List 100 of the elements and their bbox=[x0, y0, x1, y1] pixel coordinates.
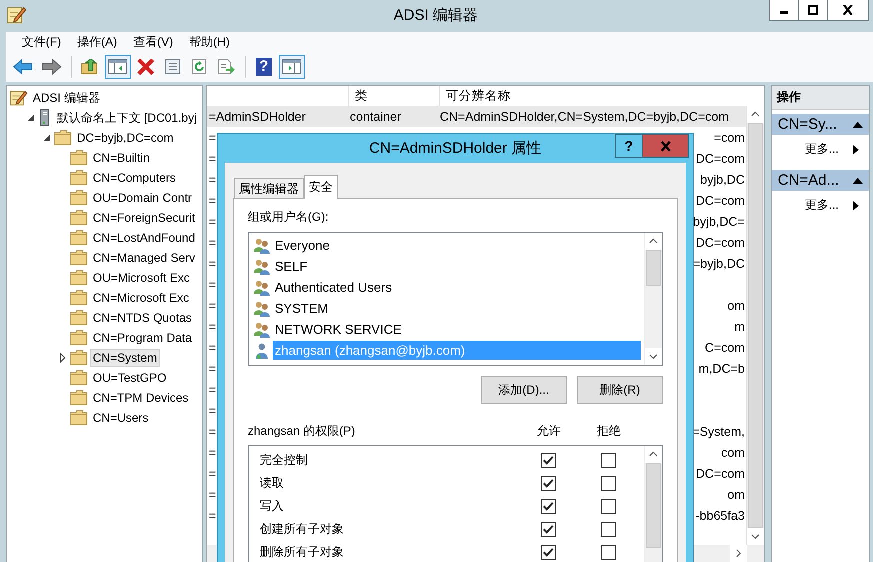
action-link[interactable]: 更多... bbox=[804, 141, 839, 158]
tree-item[interactable]: CN=Managed Serv bbox=[90, 249, 198, 267]
maximize-icon bbox=[807, 5, 819, 15]
action-section-header[interactable]: CN=Ad... bbox=[772, 170, 869, 191]
user-group-icon bbox=[253, 258, 271, 274]
menu-item[interactable]: 查看(V) bbox=[125, 34, 182, 50]
permission-name: 读取 bbox=[260, 475, 285, 492]
user-group-icon bbox=[253, 280, 271, 296]
submenu-arrow-icon bbox=[853, 200, 859, 210]
export-list-icon bbox=[218, 59, 236, 75]
minimize-button[interactable] bbox=[769, 0, 799, 21]
tree-item[interactable]: CN=LostAndFound bbox=[90, 229, 198, 247]
folder-icon bbox=[54, 130, 72, 146]
tree-item[interactable]: CN=System bbox=[90, 349, 160, 367]
field-label: 组或用户名(G): bbox=[248, 209, 330, 226]
tree-item[interactable]: CN=Microsoft Exc bbox=[90, 289, 192, 307]
right-arrow-icon bbox=[42, 59, 62, 75]
checkbox[interactable] bbox=[600, 545, 616, 560]
column-header: 允许 bbox=[536, 422, 562, 440]
permission-name: 创建所有子对象 bbox=[260, 521, 345, 538]
column-header[interactable]: 可分辨名称 bbox=[440, 86, 764, 106]
scroll-up-icon[interactable] bbox=[747, 106, 764, 123]
scrollbar-thumb[interactable] bbox=[646, 463, 661, 548]
tree-item[interactable]: OU=Domain Contr bbox=[90, 189, 196, 207]
window-title: ADSI 编辑器 bbox=[392, 6, 480, 25]
tree-item[interactable]: CN=NTDS Quotas bbox=[90, 309, 196, 327]
tree-item[interactable]: OU=Microsoft Exc bbox=[90, 269, 194, 287]
folder-up-icon bbox=[81, 59, 99, 75]
list-item[interactable]: NETWORK SERVICE bbox=[273, 320, 641, 339]
tab[interactable]: 属性编辑器 bbox=[234, 178, 304, 198]
folder-icon bbox=[70, 330, 88, 346]
scrollbar[interactable] bbox=[644, 446, 662, 562]
table-cell: DC=com bbox=[696, 194, 746, 208]
scrollbar[interactable] bbox=[644, 233, 662, 365]
checkbox[interactable] bbox=[600, 499, 616, 514]
close-button[interactable] bbox=[827, 0, 869, 21]
tree-item[interactable]: CN=Users bbox=[90, 409, 152, 427]
scroll-up-icon[interactable] bbox=[645, 233, 662, 250]
folder-icon bbox=[70, 390, 88, 406]
checkbox[interactable] bbox=[600, 522, 616, 537]
menu-item[interactable]: 操作(A) bbox=[69, 34, 126, 50]
list-row[interactable]: =AdminSDHolder container CN=AdminSDHolder,CN=System,DC=byjb,DC=com bbox=[207, 106, 746, 127]
menu-item[interactable]: 文件(F) bbox=[14, 34, 70, 50]
checkbox[interactable] bbox=[540, 453, 556, 468]
table-cell: -bb65fa3 bbox=[696, 508, 746, 522]
checkbox[interactable] bbox=[600, 476, 616, 491]
checkbox[interactable] bbox=[540, 476, 556, 491]
tree-item[interactable]: CN=ForeignSecurit bbox=[90, 209, 198, 227]
permission-name: 删除所有子对象 bbox=[260, 544, 345, 561]
tree-item[interactable]: CN=TPM Devices bbox=[90, 389, 192, 407]
action-pane-button[interactable] bbox=[279, 55, 305, 79]
tree-item[interactable]: CN=Builtin bbox=[90, 149, 154, 167]
add-button[interactable]: 添加(D)... bbox=[481, 376, 567, 404]
action-link[interactable]: 更多... bbox=[804, 197, 839, 214]
tree-item[interactable]: 默认命名上下文 [DC01.byj bbox=[54, 108, 200, 128]
remove-button[interactable]: 删除(R) bbox=[577, 376, 663, 404]
checkbox[interactable] bbox=[600, 453, 616, 468]
tab[interactable]: 安全 bbox=[304, 175, 338, 199]
close-icon bbox=[842, 5, 854, 15]
scrollbar[interactable] bbox=[746, 106, 764, 545]
folder-icon bbox=[70, 170, 88, 186]
action-section-header[interactable]: CN=Sy... bbox=[772, 114, 869, 135]
scroll-down-icon[interactable] bbox=[645, 348, 662, 365]
checkbox[interactable] bbox=[540, 545, 556, 560]
list-item[interactable]: SYSTEM bbox=[273, 299, 641, 318]
checkbox[interactable] bbox=[540, 499, 556, 514]
collapse-arrow-icon[interactable] bbox=[853, 176, 863, 184]
scrollbar-thumb[interactable] bbox=[646, 250, 661, 286]
close-icon bbox=[660, 140, 672, 152]
maximize-button[interactable] bbox=[798, 0, 828, 21]
tree-item[interactable]: CN=Computers bbox=[90, 169, 180, 187]
tree-item[interactable]: DC=byjb,DC=com bbox=[74, 129, 177, 147]
list-item[interactable]: Authenticated Users bbox=[273, 278, 641, 297]
collapse-arrow-icon[interactable] bbox=[26, 113, 36, 123]
folder-icon bbox=[70, 230, 88, 246]
scrollbar-thumb[interactable] bbox=[748, 123, 763, 528]
expand-arrow-icon[interactable] bbox=[58, 353, 68, 363]
checkbox[interactable] bbox=[540, 522, 556, 537]
scroll-up-icon[interactable] bbox=[645, 446, 662, 463]
delete-icon bbox=[137, 59, 155, 75]
notepad-pencil-icon bbox=[10, 89, 28, 107]
menu-item[interactable]: 帮助(H) bbox=[181, 34, 238, 50]
tree-item[interactable]: ADSI 编辑器 bbox=[30, 88, 104, 108]
collapse-arrow-icon[interactable] bbox=[42, 133, 52, 143]
folder-icon bbox=[70, 290, 88, 306]
section-title: CN=Sy... bbox=[778, 116, 838, 133]
console-tree-button[interactable] bbox=[105, 55, 131, 79]
help-button[interactable]: ? bbox=[615, 134, 643, 158]
tree-item[interactable]: CN=Program Data bbox=[90, 329, 196, 347]
scroll-down-icon[interactable] bbox=[747, 528, 764, 545]
table-cell-text: = bbox=[208, 130, 216, 144]
collapse-arrow-icon[interactable] bbox=[853, 120, 863, 128]
table-cell-text: container bbox=[350, 110, 402, 124]
folder-icon bbox=[70, 410, 88, 426]
list-item[interactable]: SELF bbox=[273, 257, 641, 276]
folder-icon bbox=[70, 370, 88, 386]
scroll-right-icon[interactable] bbox=[730, 545, 747, 562]
tree-item[interactable]: OU=TestGPO bbox=[90, 369, 170, 387]
list-item[interactable]: Everyone bbox=[273, 236, 641, 255]
folder-icon bbox=[70, 270, 88, 286]
